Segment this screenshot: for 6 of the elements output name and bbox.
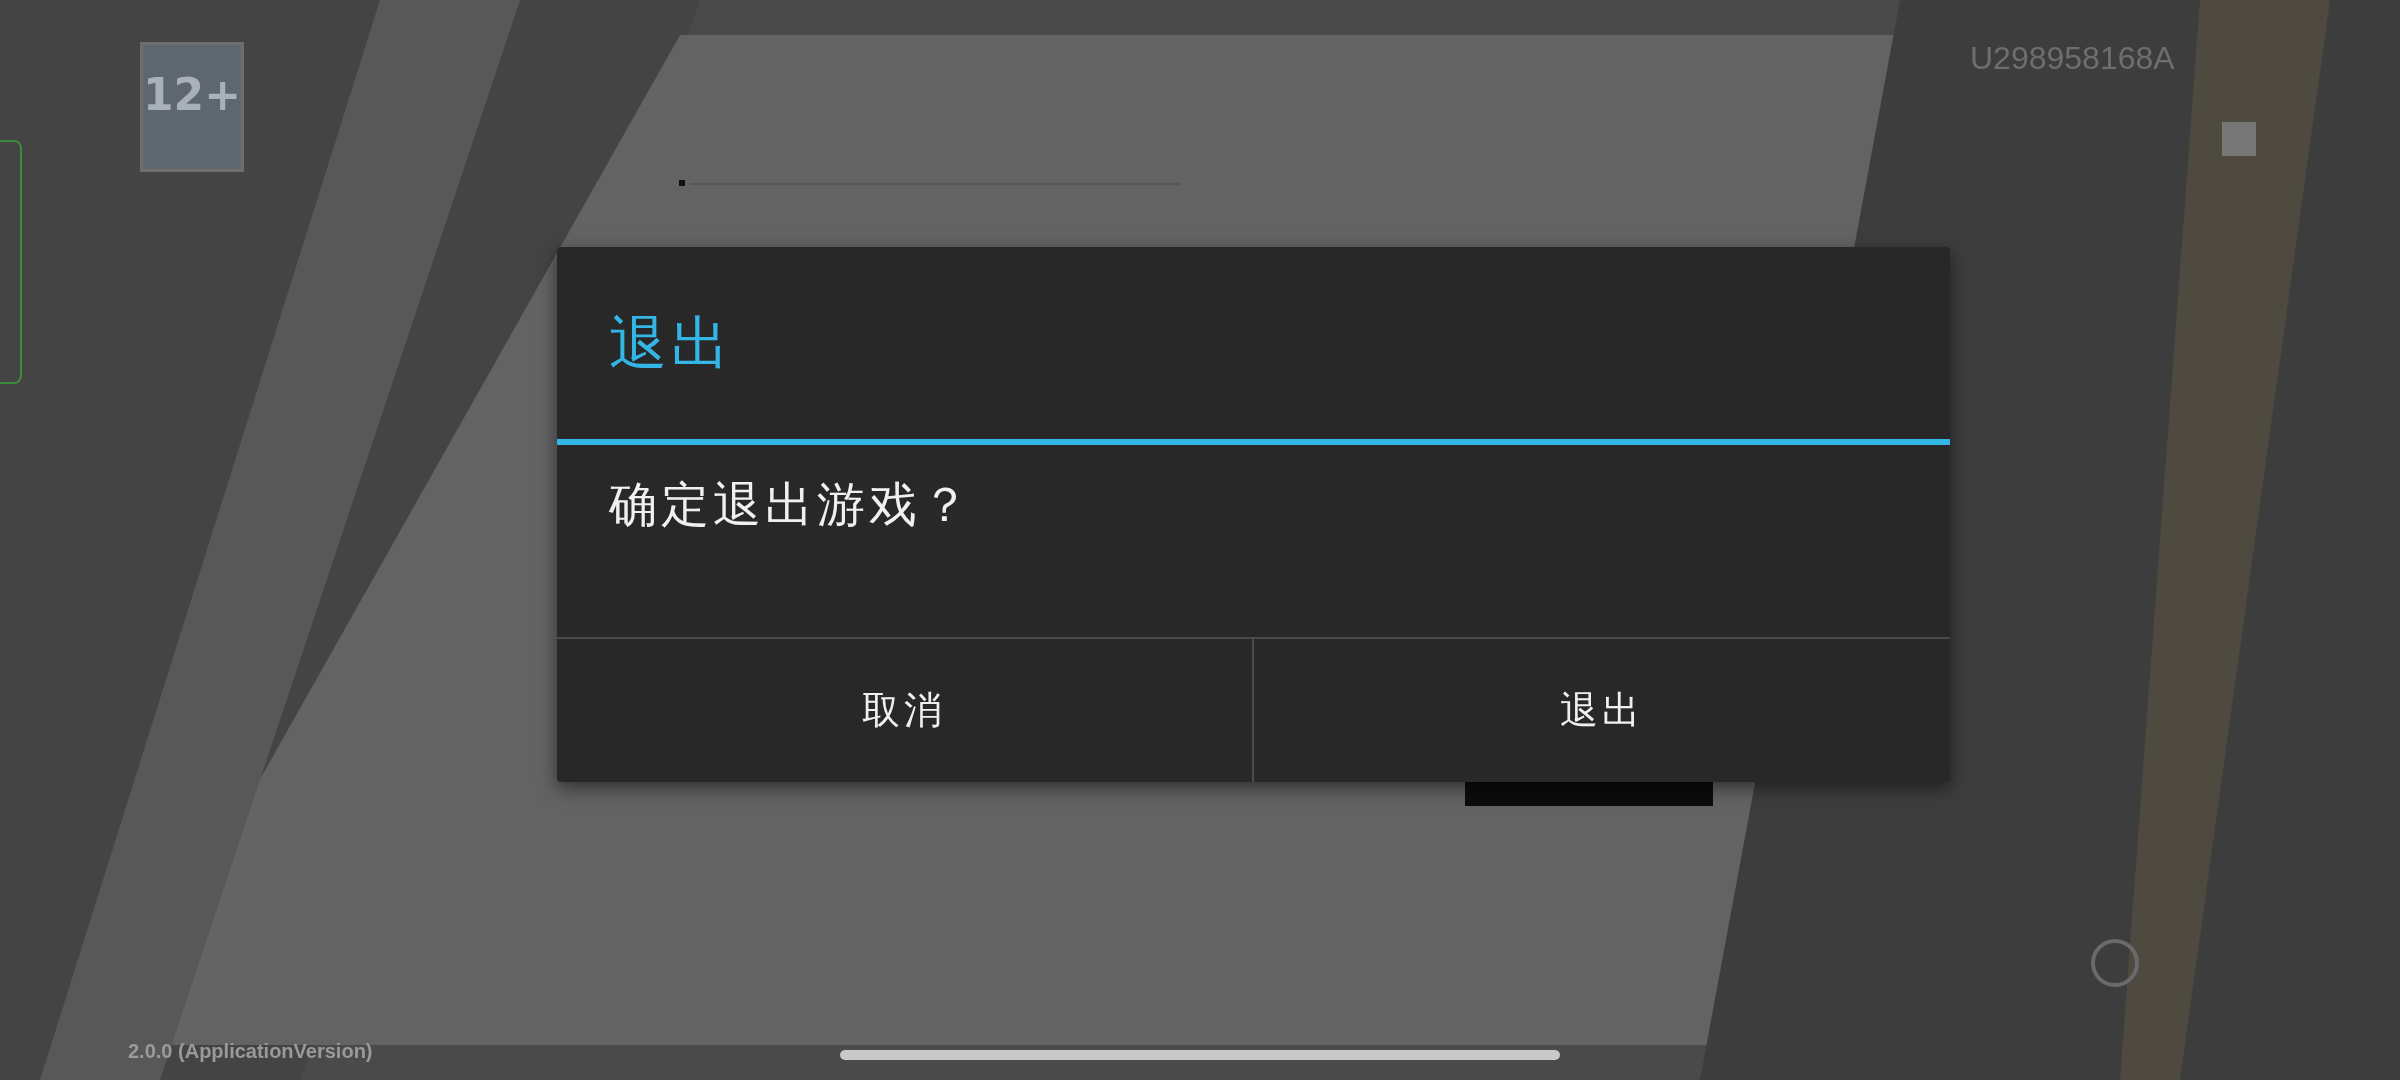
age-rating-badge: 12+ <box>140 42 244 172</box>
version-label: 2.0.0 (ApplicationVersion) <box>128 1040 373 1063</box>
dialog-title: 退出 <box>607 307 734 379</box>
dialog-button[interactable]: 退出 <box>1252 638 1950 782</box>
dialog-message: 确定退出游戏？ <box>607 474 974 534</box>
dialog-button[interactable]: 取消 <box>556 638 1252 782</box>
